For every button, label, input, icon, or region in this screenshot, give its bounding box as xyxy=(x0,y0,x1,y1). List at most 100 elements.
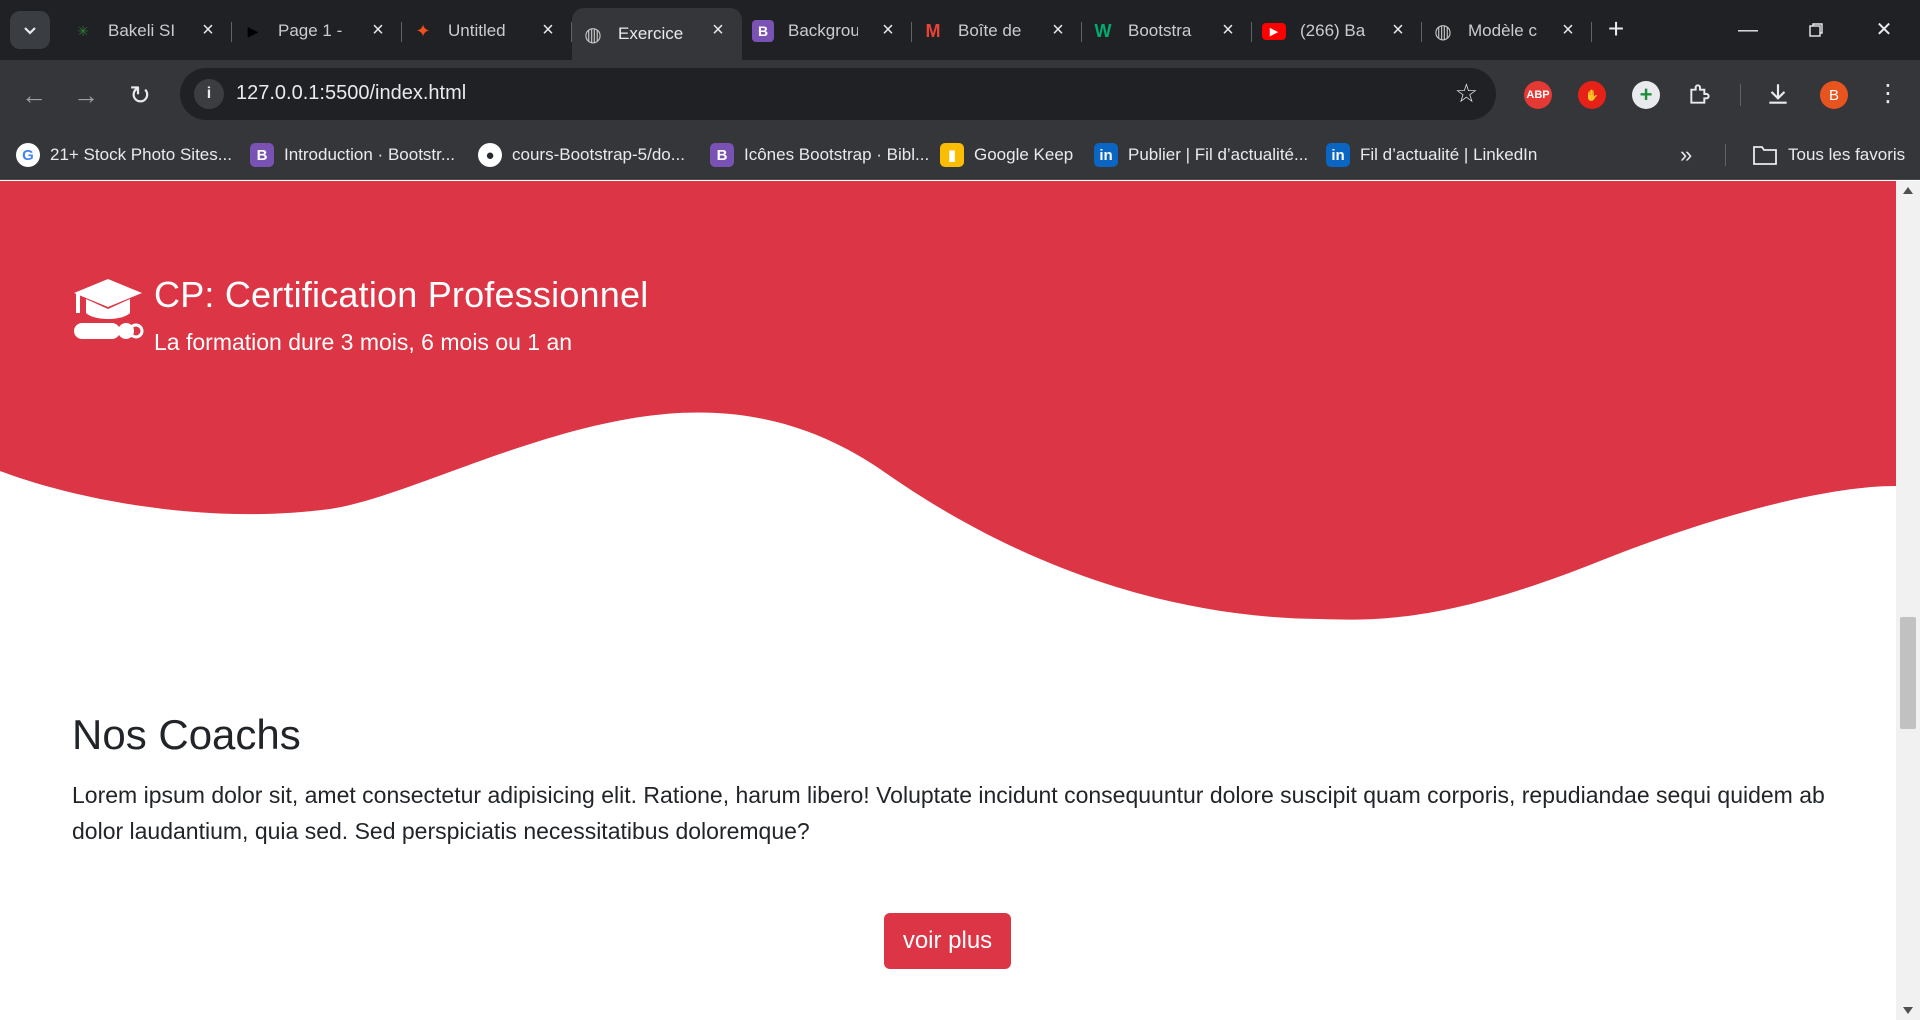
tab-7[interactable]: ▶ (266) Ba × xyxy=(1252,8,1422,54)
close-icon[interactable]: × xyxy=(198,20,218,40)
tab-search-button[interactable] xyxy=(10,11,50,49)
bookmarks-separator xyxy=(1725,144,1726,166)
bookmark-label: cours-Bootstrap-5/do... xyxy=(512,145,685,164)
toolbar-separator xyxy=(1740,84,1741,106)
bookmark-item[interactable]: B Icônes Bootstrap · Bibl... xyxy=(710,139,929,171)
bookmark-label: Publier | Fil d’actualité... xyxy=(1128,145,1309,164)
tab-separator xyxy=(1591,22,1592,42)
youtube-icon: ▶ xyxy=(1262,22,1286,40)
profile-avatar[interactable]: B xyxy=(1820,81,1848,109)
bookmark-label: Fil d’actualité | LinkedIn xyxy=(1360,145,1538,164)
back-button[interactable]: ← xyxy=(14,75,54,115)
restore-icon xyxy=(1809,23,1823,37)
globe-icon: ◍ xyxy=(584,23,602,46)
tab-title: Boîte de xyxy=(958,21,1022,40)
hero-title: CP: Certification Professionnel xyxy=(154,274,649,315)
scroll-up-arrow[interactable] xyxy=(1903,187,1913,194)
bookmark-label: Google Keep xyxy=(974,145,1074,164)
linkedin-icon: in xyxy=(1326,143,1350,167)
bookmarks-bar: G 21+ Stock Photo Sites... B Introduction ·… xyxy=(0,130,1920,180)
tab-title: Bootstra xyxy=(1128,21,1192,40)
vertical-scrollbar[interactable] xyxy=(1896,181,1920,1020)
bootstrap-icon: B xyxy=(250,143,274,167)
tab-8[interactable]: ◍ Modèle c × xyxy=(1422,8,1592,54)
tab-1[interactable]: ▶ Page 1 - × xyxy=(232,8,402,54)
hero-subtitle: La formation dure 3 mois, 6 mois ou 1 an xyxy=(154,329,573,355)
scroll-down-arrow[interactable] xyxy=(1903,1007,1913,1014)
close-window-button[interactable]: ✕ xyxy=(1864,12,1904,48)
bootstrap-icon: B xyxy=(710,143,734,167)
tab-strip: ✳ Bakeli SI × ▶ Page 1 - × ✦ Untitled × ◍ Exercice… xyxy=(62,8,1592,60)
close-icon[interactable]: × xyxy=(708,20,728,40)
coachs-section: Nos Coachs Lorem ipsum dolor sit, amet c… xyxy=(72,709,1832,849)
extensions-puzzle-icon[interactable] xyxy=(1684,78,1716,110)
figma-icon: ✦ xyxy=(415,20,431,41)
close-icon[interactable]: × xyxy=(538,20,558,40)
url-text[interactable]: 127.0.0.1:5500/index.html xyxy=(236,82,466,105)
reload-button[interactable]: ↻ xyxy=(120,75,160,115)
hero-text: CP: Certification Professionnel La forma… xyxy=(154,271,648,356)
bookmark-label: Introduction · Bootstr... xyxy=(284,145,456,164)
coachs-title: Nos Coachs xyxy=(72,711,301,758)
tab-6[interactable]: W Bootstra × xyxy=(1082,8,1252,54)
hand-stop-extension-icon[interactable]: ✋ xyxy=(1578,81,1606,109)
w-icon: W xyxy=(1094,20,1112,41)
tab-title: Page 1 - xyxy=(278,21,343,40)
download-icon[interactable] xyxy=(1762,78,1794,110)
close-icon[interactable]: × xyxy=(1218,20,1238,40)
google-icon: G xyxy=(16,143,40,167)
tab-5[interactable]: M Boîte de × xyxy=(912,8,1082,54)
keep-icon: ▮ xyxy=(940,143,964,167)
tab-title: Bakeli SI xyxy=(108,21,176,40)
gmail-icon: M xyxy=(925,20,941,41)
close-icon[interactable]: × xyxy=(1558,20,1578,40)
bookmark-item[interactable]: ● cours-Bootstrap-5/do... xyxy=(478,139,685,171)
minimize-button[interactable]: — xyxy=(1728,12,1768,48)
tab-bar: ✳ Bakeli SI × ▶ Page 1 - × ✦ Untitled × ◍ Exercice… xyxy=(0,0,1920,60)
voir-plus-button[interactable]: voir plus xyxy=(884,913,1011,969)
chevron-down-icon xyxy=(24,27,36,35)
adblock-extension-icon[interactable]: ABP xyxy=(1524,81,1552,109)
address-bar[interactable]: i 127.0.0.1:5500/index.html ☆ xyxy=(180,68,1496,120)
close-icon[interactable]: × xyxy=(1388,20,1408,40)
tab-4[interactable]: B Backgrou × xyxy=(742,8,912,54)
restore-button[interactable] xyxy=(1796,12,1836,48)
scroll-thumb[interactable] xyxy=(1900,617,1916,729)
site-info-icon[interactable]: i xyxy=(194,79,224,109)
tab-title: Untitled xyxy=(448,21,506,40)
coachs-description: Lorem ipsum dolor sit, amet consectetur … xyxy=(72,782,1825,844)
tab-0[interactable]: ✳ Bakeli SI × xyxy=(62,8,232,54)
tab-title: Modèle c xyxy=(1468,21,1537,40)
bookmark-star-icon[interactable]: ☆ xyxy=(1455,78,1478,109)
tab-3[interactable]: ◍ Exercice × xyxy=(572,8,742,60)
bakeli-logo-icon: ✳ xyxy=(77,22,89,39)
tab-title: Backgrou xyxy=(788,21,858,40)
tab-2[interactable]: ✦ Untitled × xyxy=(402,8,572,54)
plus-extension-icon[interactable]: + xyxy=(1632,81,1660,109)
bookmark-item[interactable]: ▮ Google Keep xyxy=(940,139,1073,171)
forward-button[interactable]: → xyxy=(66,75,106,115)
github-icon: ● xyxy=(478,143,502,167)
folder-icon xyxy=(1753,146,1777,165)
bookmark-item[interactable]: in Publier | Fil d’actualité... xyxy=(1094,139,1308,171)
bookmarks-overflow-icon[interactable]: » xyxy=(1680,142,1692,168)
close-icon[interactable]: × xyxy=(878,20,898,40)
more-menu-icon[interactable]: ⋮ xyxy=(1872,78,1904,110)
browser-toolbar: ← → ↻ i 127.0.0.1:5500/index.html ☆ ABP … xyxy=(0,60,1920,130)
graduation-cap-icon xyxy=(72,271,144,351)
bookmark-item[interactable]: in Fil d’actualité | LinkedIn xyxy=(1326,139,1537,171)
bookmark-label: Icônes Bootstrap · Bibl... xyxy=(744,145,930,164)
bookmark-item[interactable]: B Introduction · Bootstr... xyxy=(250,139,455,171)
tab-title: (266) Ba xyxy=(1300,21,1366,40)
play-icon: ▶ xyxy=(247,22,259,39)
page-viewport: CP: Certification Professionnel La forma… xyxy=(0,181,1896,1020)
bootstrap-icon: B xyxy=(752,20,774,42)
new-tab-button[interactable]: + xyxy=(1600,14,1632,46)
globe-icon: ◍ xyxy=(1434,20,1452,43)
all-bookmarks-folder[interactable]: Tous les favoris xyxy=(1752,139,1905,171)
close-icon[interactable]: × xyxy=(1048,20,1068,40)
close-icon[interactable]: × xyxy=(368,20,388,40)
bookmark-item[interactable]: G 21+ Stock Photo Sites... xyxy=(16,139,232,171)
bookmark-label: 21+ Stock Photo Sites... xyxy=(50,145,232,164)
linkedin-icon: in xyxy=(1094,143,1118,167)
